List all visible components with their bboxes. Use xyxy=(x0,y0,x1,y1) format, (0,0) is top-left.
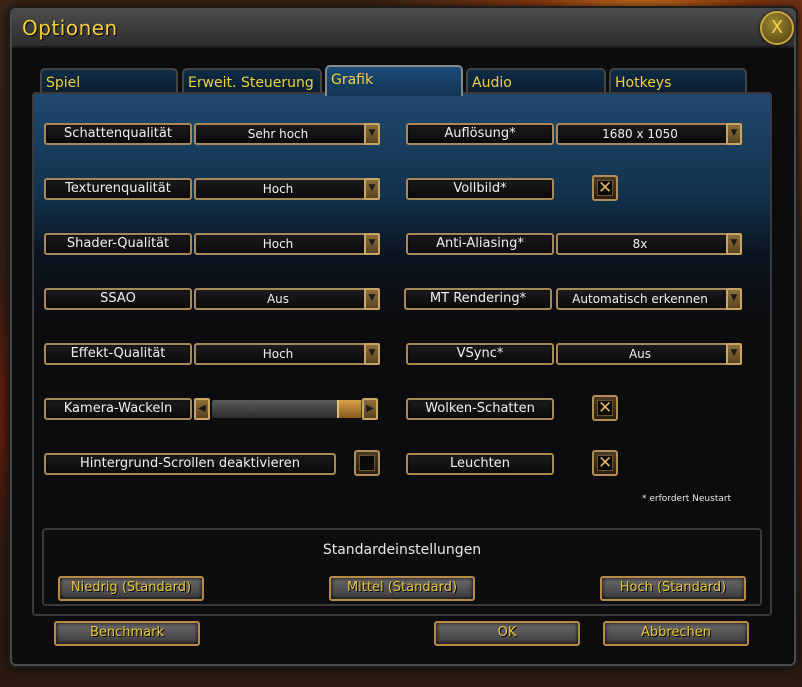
dropdown-value: Sehr hoch xyxy=(247,127,309,141)
graphics-panel: Schattenqualität Sehr hoch ▼ Texturenqua… xyxy=(32,92,772,616)
checkbox-box xyxy=(359,455,375,471)
medium-defaults-button[interactable]: Mittel (Standard) xyxy=(329,576,475,601)
tab-erweit-steuerung[interactable]: Erweit. Steuerung xyxy=(182,68,322,94)
dropdown-value: Hoch xyxy=(262,182,294,196)
dropdown-value: Automatisch erkennen xyxy=(572,292,708,306)
resolution-label: Auflösung* xyxy=(406,123,554,145)
glow-label: Leuchten xyxy=(406,453,554,475)
title-bar: Optionen X xyxy=(12,10,794,48)
resolution-dropdown[interactable]: 1680 x 1050 ▼ xyxy=(556,123,742,145)
effect-quality-dropdown[interactable]: Hoch ▼ xyxy=(194,343,380,365)
dropdown-value: Aus xyxy=(266,292,290,306)
close-icon: X xyxy=(770,17,784,38)
chevron-down-icon[interactable]: ▼ xyxy=(364,343,380,365)
cloud-shadows-label: Wolken-Schatten xyxy=(406,398,554,420)
chevron-down-icon[interactable]: ▼ xyxy=(726,233,742,255)
anti-aliasing-dropdown[interactable]: 8x ▼ xyxy=(556,233,742,255)
shadow-quality-label: Schattenqualität xyxy=(44,123,192,145)
dropdown-value: 1680 x 1050 xyxy=(602,127,678,141)
chevron-down-icon[interactable]: ▼ xyxy=(364,288,380,310)
tab-hotkeys[interactable]: Hotkeys xyxy=(609,68,747,94)
glow-checkbox[interactable]: ✕ xyxy=(592,450,618,476)
low-defaults-button[interactable]: Niedrig (Standard) xyxy=(58,576,204,601)
checkbox-box: ✕ xyxy=(597,398,613,418)
mt-rendering-dropdown[interactable]: Automatisch erkennen ▼ xyxy=(556,288,742,310)
tab-spiel[interactable]: Spiel xyxy=(40,68,178,94)
mt-rendering-label: MT Rendering* xyxy=(404,288,552,310)
disable-bg-scroll-checkbox[interactable] xyxy=(354,450,380,476)
shadow-quality-dropdown[interactable]: Sehr hoch ▼ xyxy=(194,123,380,145)
effect-quality-label: Effekt-Qualität xyxy=(44,343,192,365)
slider-left-arrow-icon[interactable]: ◀ xyxy=(194,398,210,420)
checkbox-box: ✕ xyxy=(597,178,613,198)
camera-shake-label: Kamera-Wackeln xyxy=(44,398,192,420)
shader-quality-dropdown[interactable]: Hoch ▼ xyxy=(194,233,380,255)
tab-label: Grafik xyxy=(331,72,374,88)
vsync-label: VSync* xyxy=(406,343,554,365)
ok-button[interactable]: OK xyxy=(434,621,580,646)
texture-quality-dropdown[interactable]: Hoch ▼ xyxy=(194,178,380,200)
slider-right-arrow-icon[interactable]: ▶ xyxy=(362,398,378,420)
camera-shake-slider[interactable]: ◀ ▶ xyxy=(194,398,380,420)
dropdown-value: Aus xyxy=(628,347,652,361)
chevron-down-icon[interactable]: ▼ xyxy=(364,233,380,255)
vsync-dropdown[interactable]: Aus ▼ xyxy=(556,343,742,365)
texture-quality-label: Texturenqualität xyxy=(44,178,192,200)
slider-thumb[interactable] xyxy=(337,400,361,418)
window-title: Optionen xyxy=(22,16,118,40)
anti-aliasing-label: Anti-Aliasing* xyxy=(406,233,554,255)
chevron-down-icon[interactable]: ▼ xyxy=(726,123,742,145)
tab-label: Spiel xyxy=(46,75,81,91)
ssao-dropdown[interactable]: Aus ▼ xyxy=(194,288,380,310)
options-window: Optionen X Spiel Erweit. Steuerung Grafi… xyxy=(10,8,796,666)
shader-quality-label: Shader-Qualität xyxy=(44,233,192,255)
dropdown-value: Hoch xyxy=(262,347,294,361)
ssao-label: SSAO xyxy=(44,288,192,310)
high-defaults-button[interactable]: Hoch (Standard) xyxy=(600,576,746,601)
tab-label: Audio xyxy=(472,75,512,91)
chevron-down-icon[interactable]: ▼ xyxy=(364,123,380,145)
close-button[interactable]: X xyxy=(760,11,794,45)
tab-label: Hotkeys xyxy=(615,75,672,91)
disable-bg-scroll-label: Hintergrund-Scrollen deaktivieren xyxy=(44,453,336,475)
defaults-group: Standardeinstellungen Niedrig (Standard)… xyxy=(42,528,762,606)
dropdown-value: 8x xyxy=(632,237,648,251)
cloud-shadows-checkbox[interactable]: ✕ xyxy=(592,395,618,421)
benchmark-button[interactable]: Benchmark xyxy=(54,621,200,646)
dropdown-value: Hoch xyxy=(262,237,294,251)
restart-note: * erfordert Neustart xyxy=(642,494,732,504)
chevron-down-icon[interactable]: ▼ xyxy=(726,288,742,310)
defaults-title: Standardeinstellungen xyxy=(322,542,482,558)
fullscreen-label: Vollbild* xyxy=(406,178,554,200)
cancel-button[interactable]: Abbrechen xyxy=(603,621,749,646)
fullscreen-checkbox[interactable]: ✕ xyxy=(592,175,618,201)
checkbox-box: ✕ xyxy=(597,453,613,473)
tab-audio[interactable]: Audio xyxy=(466,68,606,94)
tab-grafik[interactable]: Grafik xyxy=(325,65,463,96)
slider-track[interactable] xyxy=(212,400,370,418)
tab-label: Erweit. Steuerung xyxy=(188,75,314,91)
chevron-down-icon[interactable]: ▼ xyxy=(364,178,380,200)
chevron-down-icon[interactable]: ▼ xyxy=(726,343,742,365)
